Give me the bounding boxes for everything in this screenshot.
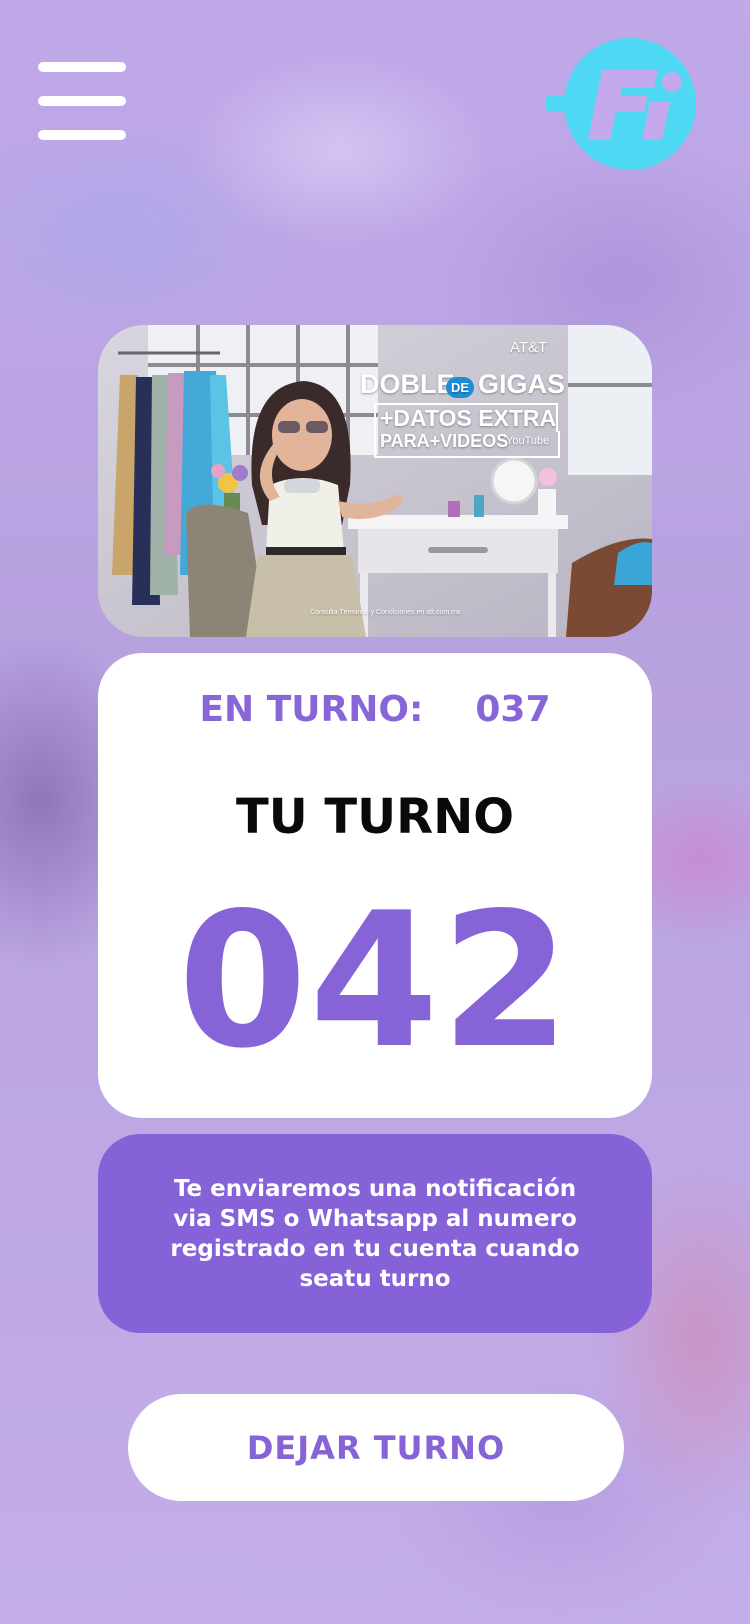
promo-headline-left: DOBLE bbox=[360, 369, 455, 399]
notification-info-text: Te enviaremos una notificación via SMS o… bbox=[170, 1175, 580, 1292]
turn-card: EN TURNO: 037 TU TURNO 042 bbox=[98, 653, 652, 1118]
hamburger-menu-icon[interactable] bbox=[38, 62, 126, 140]
current-turn-row: EN TURNO: 037 bbox=[98, 689, 652, 730]
leave-turn-button[interactable]: DEJAR TURNO bbox=[128, 1394, 624, 1501]
promo-brand: AT&T bbox=[510, 339, 548, 356]
current-turn-number: 037 bbox=[475, 689, 551, 730]
promo-headline-right: GIGAS bbox=[478, 369, 566, 399]
fi-logo-icon[interactable] bbox=[540, 36, 700, 172]
current-turn-label: EN TURNO: bbox=[199, 689, 424, 730]
promo-headline-mid: DE bbox=[446, 377, 475, 398]
promo-line3-brand: YouTube bbox=[506, 435, 550, 447]
promo-disclaimer: Consulta Términos y Condiciones en att.c… bbox=[310, 609, 461, 616]
promo-subline: +DATOS EXTRA bbox=[374, 403, 558, 432]
promo-banner[interactable]: AT&T DOBLE DE GIGAS +DATOS EXTRA PARA+VI… bbox=[98, 325, 652, 637]
your-turn-label: TU TURNO bbox=[235, 789, 515, 845]
your-turn-number: 042 bbox=[177, 872, 573, 1089]
notification-info-box: Te enviaremos una notificación via SMS o… bbox=[98, 1134, 652, 1333]
